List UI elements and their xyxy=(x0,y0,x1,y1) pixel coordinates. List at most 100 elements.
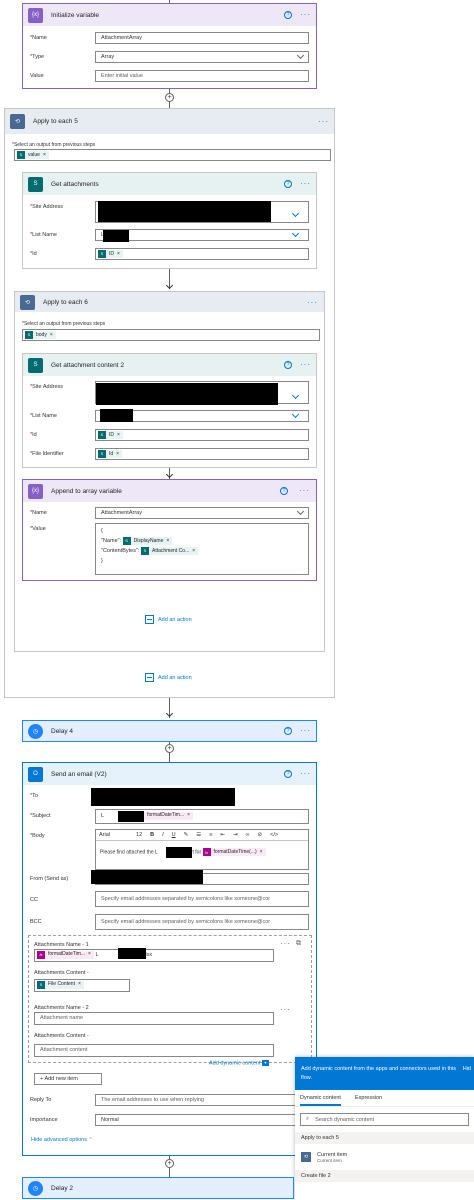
more-options-icon[interactable]: ··· xyxy=(300,361,311,369)
select-output-input[interactable]: Sbody × xyxy=(22,329,320,341)
attachments-content-1-input[interactable]: S File Content × xyxy=(34,979,130,992)
outdent-icon[interactable]: ⇥ xyxy=(233,832,238,838)
id-token[interactable]: S Id × xyxy=(98,449,123,459)
name-input[interactable]: AttachmentArray xyxy=(95,32,309,44)
card-header[interactable]: S Get attachments xyxy=(23,173,316,195)
close-icon[interactable]: × xyxy=(116,449,119,459)
card-header[interactable]: ◷ Delay 2 xyxy=(23,1178,293,1198)
tab-expression[interactable]: Expression xyxy=(355,1095,382,1106)
insert-step-icon[interactable]: + xyxy=(165,744,174,753)
close-icon[interactable]: × xyxy=(78,980,81,990)
pen-icon[interactable]: ✎ xyxy=(184,832,189,838)
bullet-list-icon[interactable]: ☰ xyxy=(196,832,201,838)
help-icon[interactable]: ? xyxy=(280,487,288,495)
help-icon[interactable]: ? xyxy=(284,770,292,778)
close-icon[interactable]: × xyxy=(192,546,195,556)
id-input[interactable]: S ID × xyxy=(95,248,309,260)
insert-step-icon[interactable]: + xyxy=(165,1159,174,1168)
close-icon[interactable]: × xyxy=(43,150,46,160)
id-token[interactable]: S ID × xyxy=(98,430,123,440)
unlink-icon[interactable]: ⊘ xyxy=(258,832,263,838)
attachments-name-1-input[interactable]: fxformatDateTim...× LReport.xlsx xyxy=(34,949,274,962)
close-icon[interactable]: × xyxy=(187,810,190,822)
delay-4-card[interactable]: ◷ Delay 4 ? ··· xyxy=(22,720,317,742)
add-action-icon xyxy=(145,615,154,624)
value-input[interactable]: Enter initial value xyxy=(95,70,309,82)
more-options-icon[interactable]: ··· xyxy=(307,299,318,307)
attachments-content-2-input[interactable]: Attachment content xyxy=(34,1044,274,1057)
add-action-button[interactable]: Add an action xyxy=(145,615,192,624)
hide-link[interactable]: Hid xyxy=(463,1065,471,1074)
card-header[interactable]: S Get attachment content 2 xyxy=(23,354,316,376)
more-options-icon[interactable]: ··· xyxy=(300,727,311,735)
link-icon[interactable]: ∞ xyxy=(246,832,250,838)
attachment-content-token[interactable]: S Attachment Co... × xyxy=(140,546,199,556)
value-input[interactable]: { "Name": S DisplayName × "ContentBytes": … xyxy=(95,523,309,575)
close-icon[interactable]: × xyxy=(166,536,169,546)
type-select[interactable]: Array xyxy=(95,51,309,63)
displayname-token[interactable]: S DisplayName × xyxy=(122,536,173,546)
close-icon[interactable]: × xyxy=(117,249,120,259)
bcc-input[interactable]: Specify email addresses separated by sem… xyxy=(95,914,309,930)
to-label: To xyxy=(32,793,38,799)
more-options-icon[interactable]: ··· xyxy=(300,770,311,778)
file-identifier-input[interactable]: S Id × xyxy=(95,448,309,460)
formatdatetime-token[interactable]: fxformatDateTim...× xyxy=(37,950,94,960)
bold-icon[interactable]: B xyxy=(150,832,154,838)
more-options-icon[interactable]: ··· xyxy=(300,180,311,188)
card-header[interactable]: {x} Append to array variable xyxy=(23,480,316,502)
function-icon: fx xyxy=(37,950,45,959)
underline-icon[interactable]: U xyxy=(172,832,176,838)
file-content-token[interactable]: S File Content × xyxy=(37,980,84,990)
id-input[interactable]: S ID × xyxy=(95,429,309,441)
more-options-icon[interactable]: ··· xyxy=(318,118,329,126)
help-icon[interactable]: ? xyxy=(284,727,292,735)
select-output-input[interactable]: Svalue × xyxy=(14,149,331,161)
card-title: Apply to each 5 xyxy=(33,118,78,125)
close-icon[interactable]: × xyxy=(260,849,263,855)
tab-dynamic-content[interactable]: Dynamic content xyxy=(300,1095,341,1106)
more-options-icon[interactable]: ··· xyxy=(299,487,310,495)
font-select[interactable]: Arial xyxy=(99,832,110,838)
card-header[interactable]: ⟲ Apply to each 6 xyxy=(15,292,324,312)
card-title: Delay 2 xyxy=(51,1184,74,1192)
hide-advanced-options-link[interactable]: Hide advanced options ⌃ xyxy=(31,1137,93,1143)
more-options-icon[interactable]: ··· xyxy=(280,940,291,948)
code-view-icon[interactable]: </> xyxy=(270,832,278,838)
card-header[interactable]: O Send an email (V2) xyxy=(23,763,316,785)
body-editor[interactable]: Arial 12 B I U ✎ ☰ ≡ ⇤ ⇥ ∞ ⊘ </> Please … xyxy=(95,829,309,870)
close-icon[interactable]: × xyxy=(117,430,120,440)
attachments-name-2-input[interactable]: Attachment name xyxy=(34,1012,274,1025)
importance-select[interactable]: Normal xyxy=(95,1114,309,1126)
numbered-list-icon[interactable]: ≡ xyxy=(209,832,212,838)
card-header[interactable]: ⟲ Apply to each 5 xyxy=(5,109,334,134)
delay-2-card[interactable]: ◷ Delay 2 xyxy=(22,1177,294,1199)
value-token[interactable]: Svalue × xyxy=(17,150,49,160)
formatdatetime-token[interactable]: fxformatDateTim...× xyxy=(136,810,194,822)
insert-step-icon[interactable]: + xyxy=(165,93,174,102)
help-icon[interactable]: ? xyxy=(284,11,292,19)
more-options-icon[interactable]: ··· xyxy=(300,11,311,19)
body-token[interactable]: Sbody × xyxy=(25,330,56,340)
copy-icon[interactable]: ⧉ xyxy=(296,940,301,948)
more-options-icon[interactable]: ··· xyxy=(280,1006,291,1014)
add-action-button[interactable]: Add an action xyxy=(145,673,192,682)
help-icon[interactable]: ? xyxy=(284,180,292,188)
reply-to-input[interactable]: The email addresses to use when replying xyxy=(95,1094,309,1106)
font-size-select[interactable]: 12 xyxy=(136,832,142,838)
id-token[interactable]: S ID × xyxy=(98,249,123,259)
add-new-item-button[interactable]: + Add new item xyxy=(34,1073,102,1085)
close-icon[interactable]: × xyxy=(50,330,53,340)
close-icon[interactable]: × xyxy=(88,950,91,960)
formatdatetime-token[interactable]: fx formatDateTime(...) × xyxy=(202,848,266,856)
card-header[interactable]: ◷ Delay 4 xyxy=(23,721,316,741)
cc-input[interactable]: Specify email addresses separated by sem… xyxy=(95,891,309,907)
dynamic-item-current-item[interactable]: ⟲ Current item Current item xyxy=(295,1144,474,1170)
help-icon[interactable]: ? xyxy=(284,361,292,369)
name-select[interactable]: AttachmentArray xyxy=(95,507,309,519)
add-dynamic-content-link[interactable]: Add dynamic content ▾ xyxy=(209,1060,269,1066)
search-dynamic-content-input[interactable]: ⌕ Search dynamic content xyxy=(300,1113,469,1126)
indent-icon[interactable]: ⇤ xyxy=(220,832,225,838)
italic-icon[interactable]: I xyxy=(162,832,164,838)
card-header[interactable]: {x} Initialize variable xyxy=(23,4,316,26)
